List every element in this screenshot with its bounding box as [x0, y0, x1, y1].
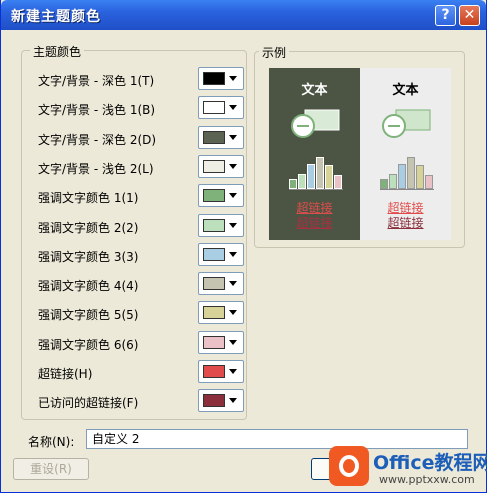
theme-colors-legend: 主题颜色	[30, 43, 85, 60]
reset-button[interactable]: 重设(R)	[13, 458, 89, 480]
color-picker-button[interactable]	[198, 330, 244, 354]
theme-color-label: 文字/背景 - 浅色 2(L)	[38, 161, 154, 176]
sample-visited-link[interactable]: 超链接	[269, 214, 360, 231]
chart-bar	[407, 156, 415, 189]
theme-color-row: 文字/背景 - 浅色 1(B)	[38, 96, 244, 120]
theme-color-row: 超链接(H)	[38, 360, 244, 384]
theme-color-row: 强调文字颜色 1(1)	[38, 184, 244, 208]
theme-colors-group: 主题颜色 文字/背景 - 深色 1(T) 文字/背景 - 浅色 1(B) 文字/背景…	[21, 43, 247, 420]
watermark-brand: Office教程网	[373, 452, 487, 474]
theme-color-label: 强调文字颜色 5(5)	[38, 308, 139, 323]
chart-bar	[389, 173, 397, 189]
theme-color-row: 文字/背景 - 浅色 2(L)	[38, 154, 244, 179]
theme-color-label: 文字/背景 - 浅色 1(B)	[38, 103, 156, 118]
color-picker-button[interactable]	[198, 213, 244, 237]
theme-color-label: 文字/背景 - 深色 1(T)	[38, 74, 155, 88]
shapes-icon	[382, 109, 431, 138]
color-swatch	[203, 365, 225, 378]
sample-group: 示例 文本 超链接 超链接 文本 超链接 超链接	[254, 44, 465, 248]
sample-text: 文本	[301, 83, 328, 98]
theme-color-row: 强调文字颜色 6(6)	[38, 330, 244, 355]
theme-color-label: 已访问的超链接(F)	[38, 396, 139, 411]
chevron-down-icon	[229, 193, 237, 199]
dialog-window: 新建主题颜色 ? ✕ 主题颜色 文字/背景 - 深色 1(T) 文字/背景 - 浅…	[0, 0, 487, 493]
theme-color-label: 强调文字颜色 4(4)	[38, 279, 139, 294]
color-swatch	[203, 101, 225, 115]
chevron-down-icon	[229, 398, 237, 404]
color-swatch	[203, 277, 225, 291]
chevron-down-icon	[229, 310, 237, 316]
color-swatch	[203, 306, 225, 320]
chart-bar	[380, 178, 388, 189]
theme-color-row: 已访问的超链接(F)	[38, 389, 244, 413]
color-picker-button[interactable]	[198, 272, 244, 296]
color-swatch	[203, 394, 225, 408]
color-picker-button[interactable]	[198, 389, 244, 413]
color-picker-button[interactable]	[198, 67, 244, 90]
chevron-down-icon	[229, 251, 237, 257]
color-picker-button[interactable]	[198, 96, 244, 120]
sample-text: 文本	[392, 83, 419, 98]
chevron-down-icon	[229, 76, 237, 81]
chart-bar	[298, 173, 306, 189]
color-swatch	[203, 72, 225, 85]
theme-color-row: 文字/背景 - 深色 1(T)	[38, 67, 244, 91]
sample-chart	[289, 156, 343, 190]
chevron-down-icon	[229, 369, 237, 374]
chart-bar	[325, 165, 333, 189]
color-picker-button[interactable]	[198, 301, 244, 325]
chevron-down-icon	[229, 105, 237, 111]
sample-chart	[380, 156, 434, 190]
color-picker-button[interactable]	[198, 125, 244, 149]
sample-legend: 示例	[259, 44, 290, 61]
theme-color-label: 强调文字颜色 2(2)	[38, 220, 139, 235]
color-swatch	[203, 159, 225, 173]
sample-light-panel: 文本 超链接 超链接	[360, 68, 451, 240]
sample-visited-link[interactable]: 超链接	[360, 214, 451, 231]
close-button[interactable]: ✕	[459, 5, 480, 26]
chevron-down-icon	[229, 339, 237, 345]
color-swatch	[203, 247, 225, 261]
office-logo-icon	[329, 446, 369, 486]
watermark: Office教程网 www.pptxxw.com	[329, 446, 487, 490]
chevron-down-icon	[229, 163, 237, 169]
chart-bar	[307, 163, 315, 189]
color-picker-button[interactable]	[198, 242, 244, 266]
help-button[interactable]: ?	[435, 5, 456, 26]
chevron-down-icon	[229, 222, 237, 228]
theme-color-row: 强调文字颜色 3(3)	[38, 242, 244, 267]
color-picker-button[interactable]	[198, 360, 244, 383]
color-picker-button[interactable]	[198, 154, 244, 178]
close-icon: ✕	[463, 7, 476, 23]
color-swatch	[203, 218, 225, 232]
color-swatch	[203, 130, 225, 144]
theme-color-label: 强调文字颜色 3(3)	[38, 249, 139, 264]
theme-color-label: 强调文字颜色 6(6)	[38, 337, 139, 352]
theme-color-label: 超链接(H)	[38, 367, 93, 381]
color-swatch	[203, 189, 225, 203]
name-label: 名称(N):	[28, 435, 75, 449]
theme-color-label: 强调文字颜色 1(1)	[38, 191, 139, 206]
color-picker-button[interactable]	[198, 184, 244, 208]
chart-bar	[289, 178, 297, 189]
window-title: 新建主题颜色	[11, 9, 101, 25]
chart-bar	[416, 165, 424, 189]
chart-bar	[425, 175, 433, 189]
color-swatch	[203, 335, 225, 349]
chart-bar	[316, 156, 324, 189]
chevron-down-icon	[229, 281, 237, 287]
chevron-down-icon	[229, 134, 237, 140]
theme-color-row: 强调文字颜色 4(4)	[38, 272, 244, 296]
theme-color-row: 强调文字颜色 5(5)	[38, 301, 244, 325]
title-bar[interactable]: 新建主题颜色 ? ✕	[1, 0, 486, 30]
question-icon: ?	[441, 7, 450, 23]
chart-bar	[334, 175, 342, 189]
sample-dark-panel: 文本 超链接 超链接	[269, 68, 360, 240]
theme-color-row: 文字/背景 - 深色 2(D)	[38, 125, 244, 150]
chart-bar	[398, 163, 406, 189]
shapes-icon	[291, 109, 340, 138]
watermark-url: www.pptxxw.com	[379, 473, 475, 486]
theme-color-row: 强调文字颜色 2(2)	[38, 213, 244, 238]
theme-color-label: 文字/背景 - 深色 2(D)	[38, 132, 157, 147]
